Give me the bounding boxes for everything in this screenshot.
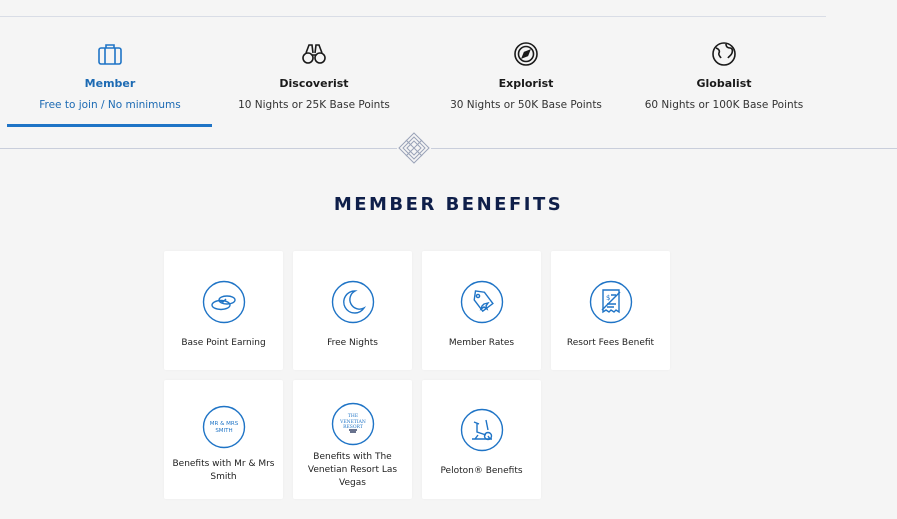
tier-tabs: Member Free to join / No minimums Discov…: [0, 40, 897, 130]
benefit-card-resort-fees[interactable]: $ Resort Fees Benefit: [551, 251, 670, 370]
tier-tab-discoverist[interactable]: Discoverist 10 Nights or 25K Base Points: [214, 40, 414, 111]
binoculars-icon: [302, 44, 326, 64]
benefit-card-mr-mrs-smith[interactable]: MR & MRS SMITH Benefits with Mr & Mrs Sm…: [164, 380, 283, 499]
benefit-label: Benefits with Mr & Mrs Smith: [172, 459, 275, 482]
tier-requirement: 10 Nights or 25K Base Points: [238, 99, 390, 111]
tier-name: Member: [84, 77, 136, 90]
tier-name: Globalist: [696, 77, 752, 90]
tier-requirement: 30 Nights or 50K Base Points: [450, 99, 602, 111]
tier-divider: [0, 148, 897, 149]
benefit-card-free-nights[interactable]: Free Nights: [293, 251, 412, 370]
tier-requirement: Free to join / No minimums: [39, 99, 181, 111]
benefit-label: Member Rates: [448, 338, 515, 348]
top-divider: [0, 16, 826, 17]
tier-tab-member[interactable]: Member Free to join / No minimums: [10, 40, 210, 111]
benefit-card-peloton[interactable]: Peloton® Benefits: [422, 380, 541, 499]
globe-icon: [712, 42, 736, 66]
tier-requirement: 60 Nights or 100K Base Points: [644, 99, 804, 111]
svg-text:$: $: [606, 294, 610, 302]
active-tier-underline: [7, 124, 212, 127]
suitcase-icon: [98, 44, 122, 65]
diamond-ornament-icon: [397, 131, 431, 165]
moon-icon: [331, 280, 375, 324]
mr-mrs-smith-logo-text: MR & MRS SMITH: [209, 421, 239, 434]
venetian-logo-text: THE VENETIAN RESORT: [340, 414, 366, 430]
peloton-bike-icon: [460, 408, 504, 452]
benefit-label: Benefits with The Venetian Resort Las Ve…: [307, 452, 398, 488]
tier-tab-explorist[interactable]: Explorist 30 Nights or 50K Base Points: [426, 40, 626, 111]
benefit-card-member-rates[interactable]: Member Rates: [422, 251, 541, 370]
benefit-card-base-point-earning[interactable]: Base Point Earning: [164, 251, 283, 370]
benefit-label: Base Point Earning: [181, 338, 266, 348]
benefit-label: Resort Fees Benefit: [566, 338, 655, 348]
tier-tab-globalist[interactable]: Globalist 60 Nights or 100K Base Points: [624, 40, 824, 111]
benefit-label: Free Nights: [327, 338, 378, 348]
tier-name: Discoverist: [279, 77, 349, 90]
coins-icon: [202, 280, 246, 324]
price-tag-icon: [460, 280, 504, 324]
compass-icon: [514, 42, 538, 66]
benefit-card-venetian[interactable]: THE VENETIAN RESORT Benefits with The Ve…: [293, 380, 412, 499]
receipt-icon: $: [589, 280, 633, 324]
section-title: MEMBER BENEFITS: [333, 194, 564, 215]
benefit-label: Peloton® Benefits: [440, 466, 523, 476]
tier-name: Explorist: [498, 77, 554, 90]
